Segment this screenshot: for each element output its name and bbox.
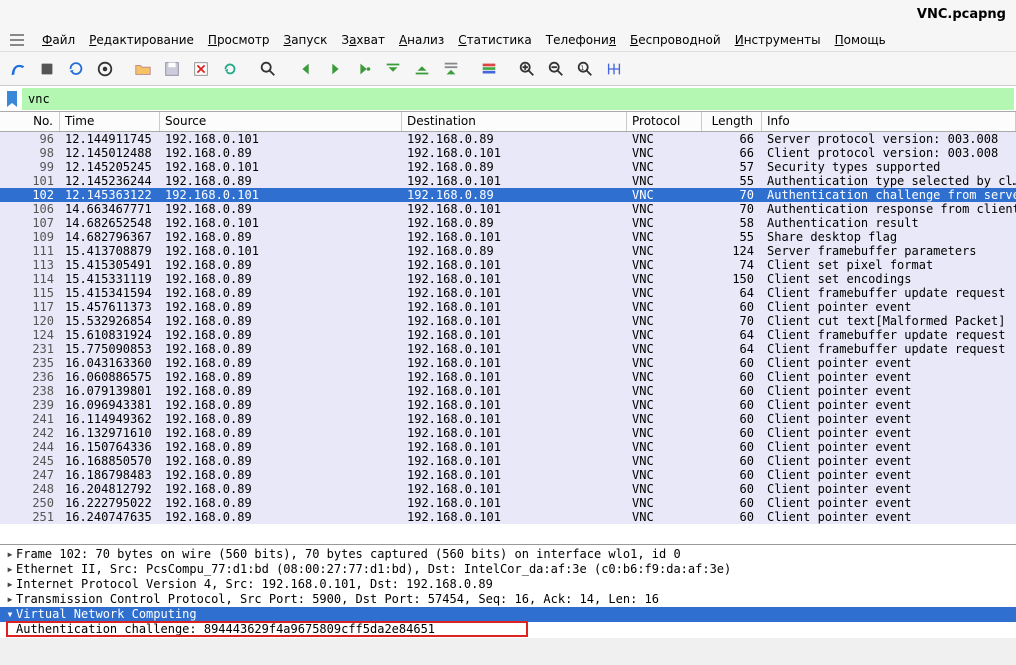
detail-tree-row[interactable]: ▸Internet Protocol Version 4, Src: 192.1…	[0, 577, 1016, 592]
packet-row[interactable]: 12415.610831924192.168.0.89192.168.0.101…	[0, 328, 1016, 342]
packet-list-pane[interactable]: No. Time Source Destination Protocol Len…	[0, 112, 1016, 544]
packet-row[interactable]: 10614.663467771192.168.0.89192.168.0.101…	[0, 202, 1016, 216]
packet-row[interactable]: 23115.775090853192.168.0.89192.168.0.101…	[0, 342, 1016, 356]
packet-row[interactable]: 23516.043163360192.168.0.89192.168.0.101…	[0, 356, 1016, 370]
save-file-icon[interactable]	[158, 55, 186, 83]
expand-caret-icon[interactable]: ▸	[4, 562, 16, 577]
zoom-out-icon[interactable]	[542, 55, 570, 83]
packet-row[interactable]: 25116.240747635192.168.0.89192.168.0.101…	[0, 510, 1016, 524]
packet-row[interactable]: 23816.079139801192.168.0.89192.168.0.101…	[0, 384, 1016, 398]
menu-bar: Файл Редактирование Просмотр Запуск Захв…	[0, 28, 1016, 52]
display-filter-input[interactable]	[22, 88, 1014, 110]
close-file-icon[interactable]	[187, 55, 215, 83]
packet-row[interactable]: 24416.150764336192.168.0.89192.168.0.101…	[0, 440, 1016, 454]
column-header-info[interactable]: Info	[762, 112, 1016, 131]
resize-columns-icon[interactable]	[600, 55, 628, 83]
auto-scroll-icon[interactable]	[437, 55, 465, 83]
packet-row[interactable]: 9612.144911745192.168.0.101192.168.0.89V…	[0, 132, 1016, 146]
packet-row[interactable]: 11715.457611373192.168.0.89192.168.0.101…	[0, 300, 1016, 314]
column-header-no[interactable]: No.	[0, 112, 60, 131]
go-back-icon[interactable]	[292, 55, 320, 83]
packet-row[interactable]: 9812.145012488192.168.0.89192.168.0.101V…	[0, 146, 1016, 160]
detail-tree-row[interactable]: ▸Transmission Control Protocol, Src Port…	[0, 592, 1016, 607]
svg-text:1: 1	[581, 64, 585, 71]
packet-list-header[interactable]: No. Time Source Destination Protocol Len…	[0, 112, 1016, 132]
packet-row[interactable]: 25016.222795022192.168.0.89192.168.0.101…	[0, 496, 1016, 510]
packet-row[interactable]: 23616.060886575192.168.0.89192.168.0.101…	[0, 370, 1016, 384]
display-filter-bar	[0, 86, 1016, 112]
zoom-reset-icon[interactable]: 1	[571, 55, 599, 83]
packet-row[interactable]: 11115.413708879192.168.0.101192.168.0.89…	[0, 244, 1016, 258]
packet-row[interactable]: 24716.186798483192.168.0.89192.168.0.101…	[0, 468, 1016, 482]
go-first-icon[interactable]	[379, 55, 407, 83]
packet-details-pane[interactable]: ▸Frame 102: 70 bytes on wire (560 bits),…	[0, 544, 1016, 638]
find-icon[interactable]	[254, 55, 282, 83]
open-file-icon[interactable]	[129, 55, 157, 83]
column-header-destination[interactable]: Destination	[402, 112, 627, 131]
expand-caret-icon[interactable]: ▾	[4, 607, 16, 622]
menu-view[interactable]: Просмотр	[202, 31, 276, 49]
window-title: VNC.pcapng	[917, 7, 1006, 22]
menu-go[interactable]: Запуск	[278, 31, 334, 49]
zoom-in-icon[interactable]	[513, 55, 541, 83]
packet-row[interactable]: 10714.682652548192.168.0.101192.168.0.89…	[0, 216, 1016, 230]
main-toolbar: 1	[0, 52, 1016, 86]
menu-tools[interactable]: Инструменты	[729, 31, 827, 49]
packet-row[interactable]: 10112.145236244192.168.0.89192.168.0.101…	[0, 174, 1016, 188]
reload-icon[interactable]	[216, 55, 244, 83]
go-forward-icon[interactable]	[321, 55, 349, 83]
packet-row[interactable]: 12015.532926854192.168.0.89192.168.0.101…	[0, 314, 1016, 328]
menu-wireless[interactable]: Беспроводной	[624, 31, 727, 49]
menu-telephony[interactable]: Телефония	[540, 31, 622, 49]
packet-row[interactable]: 11415.415331119192.168.0.89192.168.0.101…	[0, 272, 1016, 286]
menu-statistics[interactable]: Статистика	[452, 31, 538, 49]
expand-caret-icon[interactable]: ▸	[4, 547, 16, 562]
packet-row[interactable]: 24116.114949362192.168.0.89192.168.0.101…	[0, 412, 1016, 426]
hamburger-icon[interactable]	[6, 29, 28, 51]
expand-caret-icon[interactable]: ▸	[4, 592, 16, 607]
column-header-protocol[interactable]: Protocol	[627, 112, 702, 131]
packet-row[interactable]: 11515.415341594192.168.0.89192.168.0.101…	[0, 286, 1016, 300]
packet-row[interactable]: 9912.145205245192.168.0.101192.168.0.89V…	[0, 160, 1016, 174]
menu-file[interactable]: Файл	[36, 31, 81, 49]
detail-tree-row[interactable]: ▸Ethernet II, Src: PcsCompu_77:d1:bd (08…	[0, 562, 1016, 577]
packet-row[interactable]: 23916.096943381192.168.0.89192.168.0.101…	[0, 398, 1016, 412]
bookmark-icon[interactable]	[2, 89, 22, 109]
packet-row[interactable]: 24516.168850570192.168.0.89192.168.0.101…	[0, 454, 1016, 468]
column-header-length[interactable]: Length	[702, 112, 762, 131]
detail-tree-row[interactable]: ▸Frame 102: 70 bytes on wire (560 bits),…	[0, 547, 1016, 562]
packet-row[interactable]: 11315.415305491192.168.0.89192.168.0.101…	[0, 258, 1016, 272]
expand-caret-icon[interactable]: ▸	[4, 577, 16, 592]
menu-help[interactable]: Помощь	[829, 31, 892, 49]
packet-row[interactable]: 24816.204812792192.168.0.89192.168.0.101…	[0, 482, 1016, 496]
menu-capture[interactable]: Захват	[335, 31, 391, 49]
window-titlebar: VNC.pcapng	[0, 0, 1016, 28]
menu-edit[interactable]: Редактирование	[83, 31, 200, 49]
restart-capture-icon[interactable]	[62, 55, 90, 83]
packet-row[interactable]: 24216.132971610192.168.0.89192.168.0.101…	[0, 426, 1016, 440]
detail-tree-row[interactable]: ▾Virtual Network Computing	[0, 607, 1016, 622]
stop-capture-icon[interactable]	[33, 55, 61, 83]
start-capture-icon[interactable]	[4, 55, 32, 83]
go-last-icon[interactable]	[408, 55, 436, 83]
colorize-icon[interactable]	[475, 55, 503, 83]
packet-row[interactable]: 10212.145363122192.168.0.101192.168.0.89…	[0, 188, 1016, 202]
detail-tree-row[interactable]: Authentication challenge: 894443629f4a96…	[0, 622, 1016, 637]
menu-analyze[interactable]: Анализ	[393, 31, 450, 49]
capture-options-icon[interactable]	[91, 55, 119, 83]
column-header-time[interactable]: Time	[60, 112, 160, 131]
go-to-packet-icon[interactable]	[350, 55, 378, 83]
column-header-source[interactable]: Source	[160, 112, 402, 131]
packet-row[interactable]: 10914.682796367192.168.0.89192.168.0.101…	[0, 230, 1016, 244]
